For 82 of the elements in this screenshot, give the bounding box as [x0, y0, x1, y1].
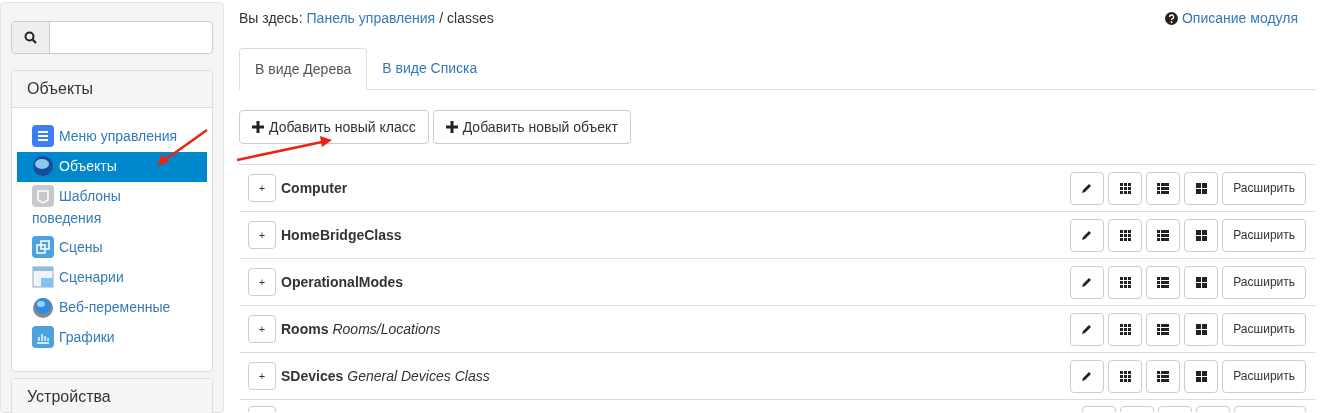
- grid-button[interactable]: [1108, 218, 1143, 252]
- class-name: OperationalModes: [281, 272, 404, 292]
- list-icon: [1157, 276, 1170, 288]
- list-button[interactable]: [1146, 218, 1181, 252]
- layers-icon: [32, 235, 54, 258]
- class-description: Rooms/Locations: [332, 319, 441, 339]
- sidebar-item[interactable]: Сценарии: [17, 262, 207, 293]
- flowchart-icon: [32, 265, 54, 288]
- list-button[interactable]: [1146, 359, 1181, 393]
- tiles-button[interactable]: [1184, 265, 1219, 299]
- globe-gear-icon: [32, 295, 54, 318]
- breadcrumb-link[interactable]: Панель управления: [306, 7, 436, 29]
- list-icon: [1157, 182, 1170, 194]
- tiles-button[interactable]: [1184, 171, 1219, 205]
- pencil-icon: [1081, 276, 1094, 288]
- menu-icon: [32, 125, 54, 148]
- grid-icon: [1119, 182, 1131, 194]
- tiles-icon: [1195, 323, 1207, 335]
- sidebar-item[interactable]: Графики: [17, 322, 207, 353]
- grid-button[interactable]: [1108, 171, 1143, 205]
- expand-action-button[interactable]: Расширить: [1222, 171, 1306, 205]
- add-button[interactable]: Добавить новый класс: [239, 110, 429, 144]
- template-icon: [32, 185, 54, 208]
- class-name: Rooms: [281, 319, 329, 339]
- expand-action-button[interactable]: Расширить: [1222, 312, 1306, 346]
- sidebar-item[interactable]: Веб-переменные: [17, 292, 207, 323]
- expand-button[interactable]: +: [248, 174, 276, 202]
- expand-button[interactable]: +: [248, 315, 276, 343]
- expand-action-button[interactable]: Расширить: [1222, 359, 1306, 393]
- list-icon: [1157, 370, 1170, 382]
- plus-icon: [252, 121, 264, 133]
- tiles-button[interactable]: [1184, 312, 1219, 346]
- grid-button[interactable]: [1108, 359, 1143, 393]
- tiles-button[interactable]: [1184, 359, 1219, 393]
- expand-action-button[interactable]: Расширить: [1222, 265, 1306, 299]
- tab[interactable]: В виде Дерева: [239, 48, 368, 90]
- grid-button[interactable]: [1108, 265, 1143, 299]
- help-icon: [1164, 11, 1178, 25]
- plus-icon: [445, 121, 458, 133]
- class-name: HomeBridgeClass: [281, 225, 402, 245]
- list-icon: [1157, 229, 1170, 241]
- expand-button[interactable]: +: [248, 221, 276, 249]
- panel-heading[interactable]: Объекты: [12, 71, 212, 108]
- grid-icon: [1119, 370, 1131, 382]
- globe-icon: [32, 155, 54, 178]
- breadcrumb-current: classes: [447, 8, 494, 28]
- tiles-button[interactable]: [1184, 218, 1219, 252]
- sidebar-item[interactable]: Сцены: [17, 232, 207, 263]
- panel-heading[interactable]: Устройства: [12, 378, 212, 413]
- tiles-icon: [1195, 182, 1207, 194]
- chart-icon: [32, 325, 54, 348]
- pencil-icon: [1081, 229, 1094, 241]
- expand-button[interactable]: +: [248, 268, 276, 296]
- search-field[interactable]: [11, 21, 213, 54]
- help-link[interactable]: Описание модуля: [1164, 7, 1298, 29]
- tab[interactable]: В виде Списка: [367, 48, 493, 89]
- grid-icon: [1119, 229, 1131, 241]
- sidebar-item[interactable]: Объекты: [17, 152, 207, 182]
- sidebar-item[interactable]: Шаблоны поведения: [17, 182, 207, 233]
- pencil-icon: [1081, 182, 1094, 194]
- add-button[interactable]: Добавить новый объект: [432, 110, 631, 144]
- tiles-icon: [1195, 276, 1207, 288]
- grid-button[interactable]: [1108, 312, 1143, 346]
- tiles-icon: [1195, 370, 1207, 382]
- sidebar-item[interactable]: Меню управления: [17, 122, 207, 152]
- breadcrumb-separator: /: [439, 8, 444, 28]
- list-icon: [1157, 323, 1170, 335]
- expand-action-button[interactable]: Расширить: [1222, 218, 1306, 252]
- class-name: SDevices: [281, 366, 344, 386]
- pencil-icon: [1081, 370, 1094, 382]
- search-icon: [24, 31, 37, 44]
- pencil-icon: [1081, 323, 1094, 335]
- class-name: Computer: [281, 178, 348, 198]
- grid-icon: [1119, 323, 1131, 335]
- class-description: General Devices Class: [347, 366, 490, 386]
- tiles-icon: [1195, 229, 1207, 241]
- list-button[interactable]: [1146, 312, 1181, 346]
- list-button[interactable]: [1146, 265, 1181, 299]
- list-button[interactable]: [1146, 171, 1181, 205]
- grid-icon: [1119, 276, 1131, 288]
- expand-button[interactable]: +: [248, 362, 276, 390]
- breadcrumb-label: Вы здесь:: [239, 8, 303, 28]
